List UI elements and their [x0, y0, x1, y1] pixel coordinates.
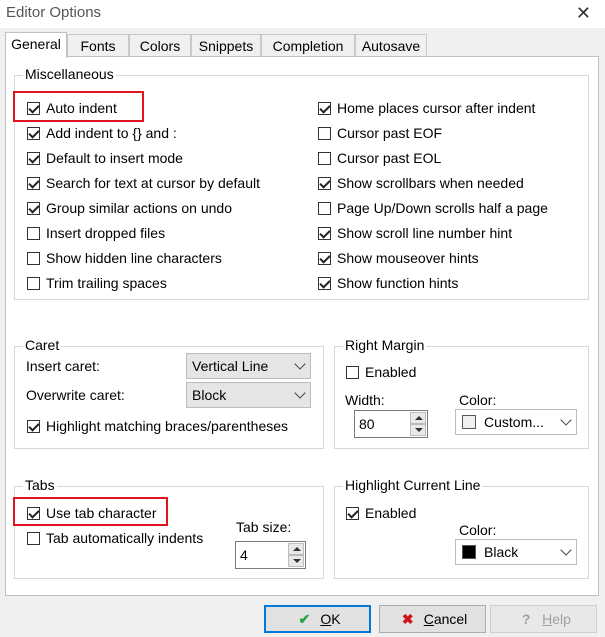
misc-left-checkbox-label: Show hidden line characters — [46, 250, 222, 266]
checkmark-icon: ✔ — [298, 611, 311, 627]
checkbox-checked-icon — [318, 102, 331, 115]
cancel-label: ancel — [433, 611, 468, 627]
spin-down-icon[interactable] — [410, 424, 426, 436]
right-margin-color-select[interactable]: Custom... — [455, 409, 577, 435]
miscellaneous-legend: Miscellaneous — [23, 66, 116, 82]
checkbox-checked-icon — [27, 202, 40, 215]
right-margin-color-label: Color: — [459, 392, 497, 408]
tab-size-spinner[interactable]: 4 — [235, 541, 306, 569]
chevron-down-icon — [294, 358, 306, 370]
chevron-down-icon — [560, 544, 572, 556]
checkbox-unchecked-icon — [27, 532, 40, 545]
overwrite-caret-select[interactable]: Block — [186, 382, 311, 408]
highlight-annotation-use-tab — [13, 497, 168, 526]
tab-size-value: 4 — [240, 547, 248, 563]
misc-right-checkbox-label: Home places cursor after indent — [337, 100, 536, 116]
color-swatch — [462, 545, 476, 559]
checkbox-checked-icon — [27, 420, 40, 433]
right-margin-enabled-label: Enabled — [365, 364, 417, 380]
checkbox-checked-icon — [318, 227, 331, 240]
misc-right-checkbox-label: Show mouseover hints — [337, 250, 479, 266]
highlight-line-enabled-label: Enabled — [365, 505, 417, 521]
checkbox-checked-icon — [27, 177, 40, 190]
checkbox-unchecked-icon — [346, 366, 359, 379]
checkbox-checked-icon — [318, 177, 331, 190]
highlight-braces-label: Highlight matching braces/parentheses — [46, 418, 289, 434]
cancel-x-icon: ✖ — [401, 611, 414, 627]
right-margin-color-value: Custom... — [484, 414, 544, 430]
tab-general[interactable]: General — [5, 32, 67, 58]
chevron-down-icon — [294, 387, 306, 399]
misc-right-checkbox-label: Show scrollbars when needed — [337, 175, 524, 191]
misc-right-checkbox-label: Show scroll line number hint — [337, 225, 513, 241]
tab-completion[interactable]: Completion — [261, 34, 355, 56]
ok-mnemonic: O — [320, 611, 332, 627]
help-mnemonic: H — [542, 611, 553, 627]
help-button[interactable]: ? Help — [490, 605, 597, 633]
tab-size-label: Tab size: — [236, 519, 292, 535]
overwrite-caret-value: Block — [192, 387, 227, 403]
tabs-legend: Tabs — [23, 477, 57, 493]
checkbox-unchecked-icon — [318, 202, 331, 215]
checkbox-unchecked-icon — [27, 277, 40, 290]
highlight-line-color-label: Color: — [459, 522, 497, 538]
help-icon: ? — [521, 611, 531, 627]
highlight-annotation-auto-indent — [13, 91, 144, 122]
tab-colors[interactable]: Colors — [129, 34, 191, 56]
checkbox-checked-icon — [318, 277, 331, 290]
checkbox-unchecked-icon — [27, 252, 40, 265]
right-margin-legend: Right Margin — [343, 337, 427, 353]
checkbox-unchecked-icon — [27, 227, 40, 240]
misc-left-checkbox-label: Default to insert mode — [46, 150, 183, 166]
checkbox-unchecked-icon — [318, 152, 331, 165]
close-icon[interactable]: ✕ — [576, 3, 591, 24]
spin-up-icon[interactable] — [410, 412, 426, 424]
insert-caret-label: Insert caret: — [26, 358, 100, 374]
overwrite-caret-label: Overwrite caret: — [26, 387, 125, 403]
checkbox-unchecked-icon — [318, 127, 331, 140]
spin-up-icon[interactable] — [288, 543, 304, 555]
right-margin-width-label: Width: — [345, 392, 385, 408]
misc-right-checkbox-label: Show function hints — [337, 275, 459, 291]
insert-caret-value: Vertical Line — [192, 358, 269, 374]
tab-snippets[interactable]: Snippets — [191, 34, 261, 56]
color-swatch — [462, 415, 476, 429]
checkbox-checked-icon — [27, 152, 40, 165]
misc-right-checkbox-label: Cursor past EOL — [337, 150, 442, 166]
window-title: Editor Options — [6, 4, 102, 21]
right-margin-width-value: 80 — [359, 416, 375, 432]
highlight-current-line-legend: Highlight Current Line — [343, 477, 483, 493]
checkbox-checked-icon — [346, 507, 359, 520]
misc-left-checkbox-label: Group similar actions on undo — [46, 200, 232, 216]
highlight-line-color-select[interactable]: Black — [455, 539, 577, 565]
highlight-line-color-value: Black — [484, 544, 519, 560]
misc-right-checkbox-label: Page Up/Down scrolls half a page — [337, 200, 548, 216]
title-bar: Editor Options ✕ — [0, 0, 605, 28]
tab-autosave[interactable]: Autosave — [355, 34, 427, 56]
misc-right-checkbox-label: Cursor past EOF — [337, 125, 443, 141]
misc-left-checkbox-label: Insert dropped files — [46, 225, 166, 241]
caret-legend: Caret — [23, 337, 62, 353]
right-margin-width-spinner[interactable]: 80 — [354, 410, 428, 438]
checkbox-checked-icon — [27, 127, 40, 140]
insert-caret-select[interactable]: Vertical Line — [186, 353, 311, 379]
cancel-mnemonic: C — [423, 611, 434, 627]
tab-auto-indent-label: Tab automatically indents — [46, 530, 204, 546]
ok-button[interactable]: ✔ OK — [264, 605, 371, 633]
help-label: elp — [552, 611, 571, 627]
spin-down-icon[interactable] — [288, 555, 304, 567]
ok-label: K — [331, 611, 341, 627]
misc-left-checkbox-label: Trim trailing spaces — [46, 275, 167, 291]
tab-fonts[interactable]: Fonts — [67, 34, 129, 56]
cancel-button[interactable]: ✖ Cancel — [379, 605, 486, 633]
chevron-down-icon — [560, 414, 572, 426]
misc-left-checkbox-label: Add indent to {} and : — [46, 125, 177, 141]
misc-left-checkbox-label: Search for text at cursor by default — [46, 175, 260, 191]
checkbox-checked-icon — [318, 252, 331, 265]
